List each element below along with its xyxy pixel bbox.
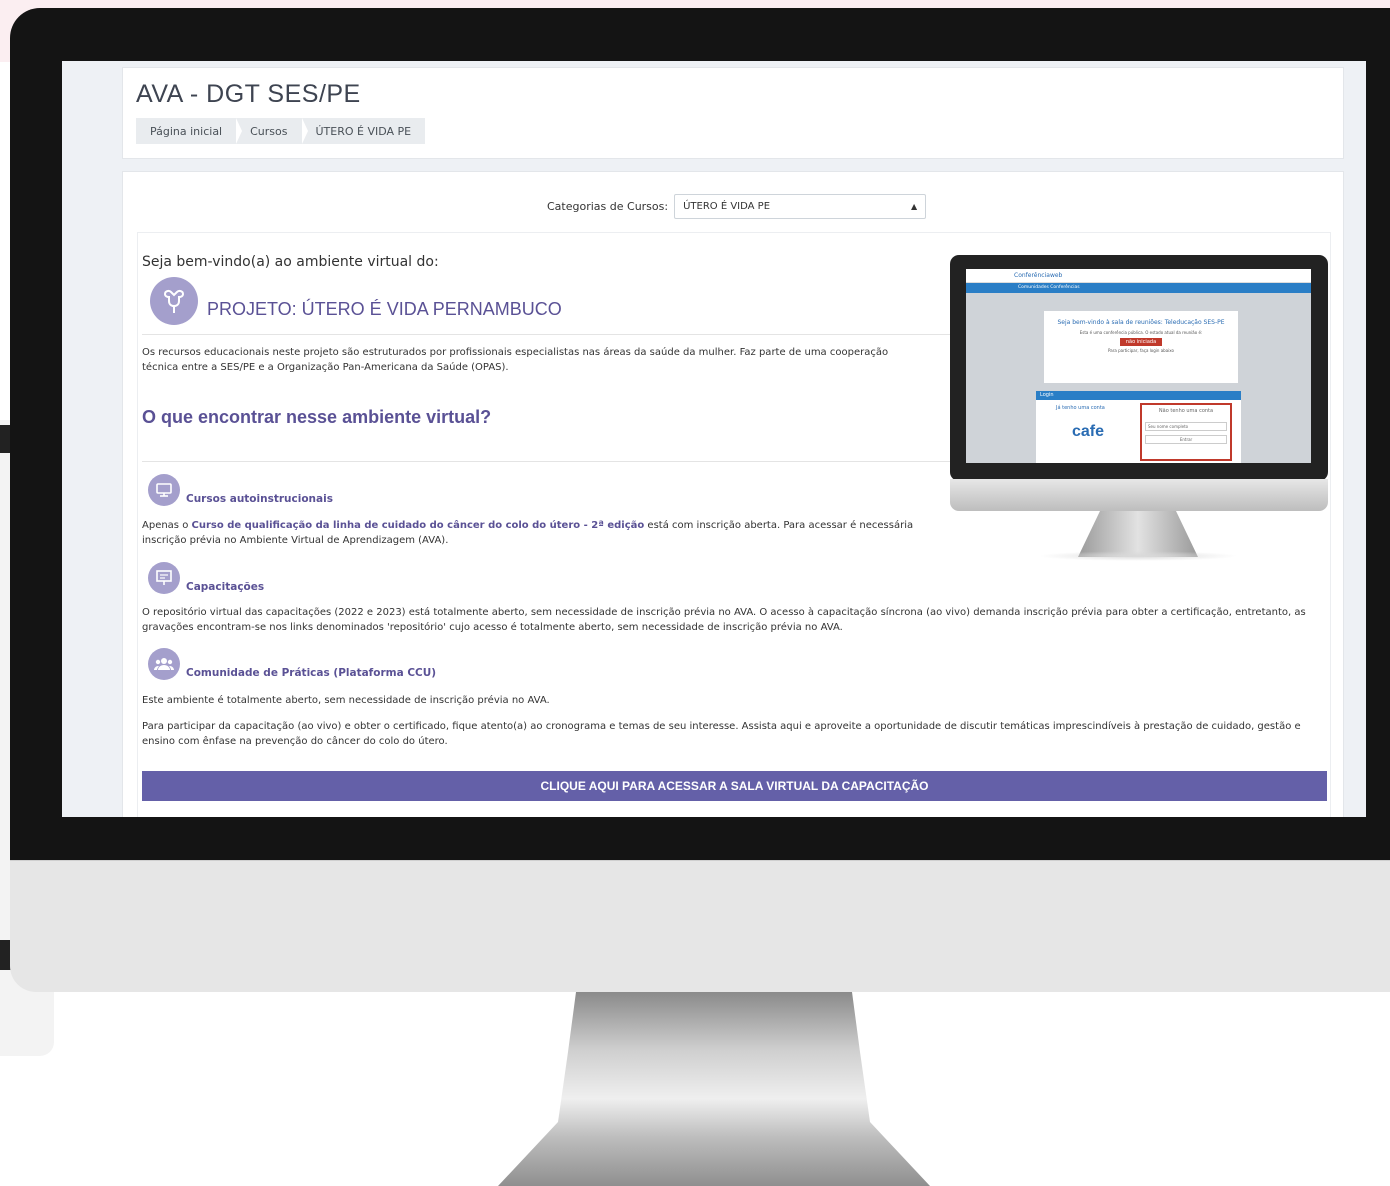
illustration-screen: Conferênciaweb Comunidades Conferências … [966, 269, 1311, 463]
updown-chevron-icon: ▲︎ [910, 202, 918, 211]
users-group-icon [148, 648, 180, 680]
breadcrumb-current[interactable]: ÚTERO É VIDA PE [302, 118, 426, 144]
illustration-enter-button: Entrar [1145, 435, 1227, 444]
community-paragraph: Este ambiente é totalmente aberto, sem n… [142, 695, 550, 706]
intro-paragraph: Os recursos educacionais neste projeto s… [142, 347, 889, 373]
category-select[interactable]: ÚTERO É VIDA PE ▲︎ [674, 194, 927, 219]
illustration-monitor-chin [950, 479, 1328, 511]
category-select-value: ÚTERO É VIDA PE [683, 201, 771, 212]
welcome-text: Seja bem-vindo(a) ao ambiente virtual do… [142, 254, 439, 270]
illustration-topbar: Conferênciaweb [966, 269, 1311, 283]
category-row: Categorias de Cursos: ÚTERO É VIDA PE ▲︎ [547, 194, 927, 219]
illustration-name-field: Seu nome completo [1145, 422, 1227, 431]
illustration-shadow [1038, 551, 1238, 561]
monitor-screen: AVA - DGT SES/PE Página inicial Cursos Ú… [62, 61, 1366, 817]
section-heading: O que encontrar nesse ambiente virtual? [142, 407, 492, 427]
breadcrumb: Página inicial Cursos ÚTERO É VIDA PE [136, 118, 426, 144]
course-link[interactable]: Curso de qualificação da linha de cuidad… [192, 520, 645, 531]
section-title-community: Comunidade de Práticas (Plataforma CCU) [186, 667, 437, 679]
main-content: Categorias de Cursos: ÚTERO É VIDA PE ▲︎… [122, 171, 1344, 817]
monitor-stand [498, 992, 930, 1186]
illustration-nav: Comunidades Conferências [966, 283, 1311, 293]
project-title: PROJETO: ÚTERO É VIDA PERNAMBUCO [207, 299, 562, 319]
illustration-brand: Conferênciaweb [1014, 272, 1063, 279]
monitor-icon [148, 474, 180, 506]
site-title: AVA - DGT SES/PE [136, 80, 361, 108]
section-title-trainings: Capacitações [186, 581, 265, 593]
divider [142, 461, 950, 462]
presentation-icon [148, 562, 180, 594]
illustration-status-line: Esta é uma conferência pública. O estado… [1079, 330, 1203, 335]
illustration-login: Login Já tenho uma conta cafe Não tenho … [1036, 391, 1241, 463]
virtual-room-button[interactable]: CLIQUE AQUI PARA ACESSAR A SALA VIRTUAL … [142, 771, 1327, 801]
trainings-paragraph: O repositório virtual das capacitações (… [142, 607, 1306, 633]
illustration-welcome-card: Seja bem-vindo à sala de reuniões: Teled… [1044, 311, 1238, 383]
illustration-login-header: Login [1036, 391, 1241, 400]
illustration-welcome: Seja bem-vindo à sala de reuniões: Teled… [1057, 319, 1225, 326]
category-label: Categorias de Cursos: [547, 200, 669, 213]
divider [142, 334, 950, 335]
illustration-signup-box: Não tenho uma conta Seu nome completo En… [1140, 403, 1232, 461]
breadcrumb-courses[interactable]: Cursos [236, 118, 308, 144]
course-summary: Seja bem-vindo(a) ao ambiente virtual do… [137, 232, 1331, 817]
uterus-icon [150, 277, 198, 325]
illustration-have-account: Já tenho uma conta [1056, 405, 1105, 411]
monitor-chin [10, 860, 1390, 992]
breadcrumb-home[interactable]: Página inicial [136, 118, 243, 144]
illustration-hint: Para participar, faça login abaixo [1108, 348, 1174, 353]
illustration-cafe-logo: cafe [1072, 423, 1105, 440]
illustration-no-account: Não tenho uma conta [1158, 408, 1214, 414]
community-paragraph-2: Para participar da capacitação (ao vivo)… [142, 721, 1301, 747]
self-paced-paragraph: Apenas o Curso de qualificação da linha … [142, 518, 942, 548]
section-title-self-paced: Cursos autoinstrucionais [186, 493, 333, 505]
paragraph-text: Apenas o [142, 520, 192, 531]
illustration-status: não iniciada [1119, 338, 1163, 346]
